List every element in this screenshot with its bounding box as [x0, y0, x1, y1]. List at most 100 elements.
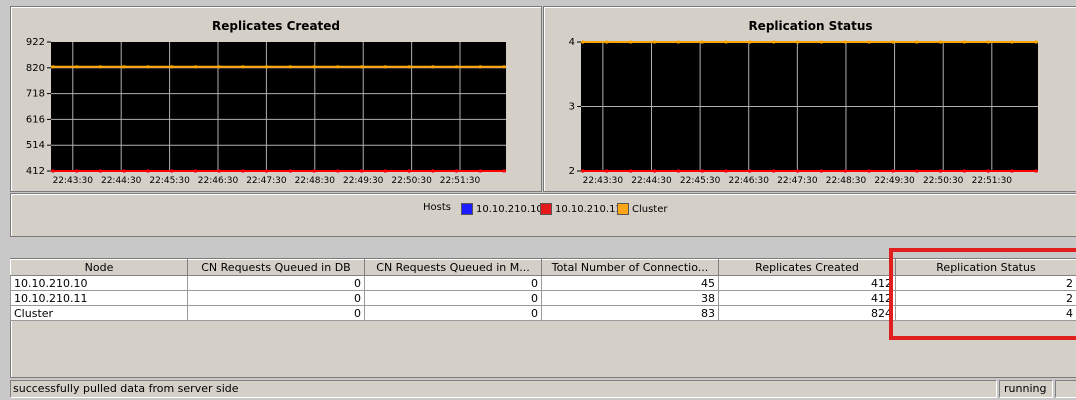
- legend: Hosts 10.10.210.10 10.10.210.11 Cluster: [0, 200, 1076, 220]
- legend-hosts-label: Hosts: [423, 202, 451, 213]
- series-point: [986, 169, 990, 173]
- x-tick-label: 22:46:30: [729, 176, 770, 186]
- series-point: [962, 40, 967, 44]
- series-point: [217, 65, 221, 69]
- replicates-created-panel: Replicates Created 22:43:30 22:44:30 22:45…: [10, 6, 542, 192]
- y-tick-label: 412: [26, 166, 45, 177]
- x-tick-label: 22:46:30: [198, 176, 239, 186]
- series-point: [1010, 169, 1014, 173]
- x-tick-label: 22:49:30: [874, 176, 915, 186]
- series-point: [724, 169, 728, 173]
- series-point: [700, 40, 704, 44]
- col-header-node[interactable]: Node: [10, 259, 188, 276]
- series-point: [986, 40, 990, 44]
- series-point: [605, 40, 609, 44]
- series-point: [581, 169, 585, 173]
- series-point: [265, 65, 269, 69]
- series-point: [772, 40, 776, 44]
- y-tick-label: 514: [26, 140, 45, 151]
- series-point: [629, 169, 633, 173]
- col-header-cn-queued-db[interactable]: CN Requests Queued in DB: [187, 259, 365, 276]
- series-point: [819, 169, 824, 173]
- series-point: [867, 169, 871, 173]
- x-tick-label: 22:47:30: [246, 176, 287, 186]
- x-tick-label: 22:44:30: [631, 176, 672, 186]
- cell-total-connections: 83: [541, 305, 719, 321]
- y-tick-label: 2: [569, 166, 575, 177]
- x-tick-label: 22:43:30: [583, 176, 624, 186]
- series-point: [581, 40, 585, 44]
- status-extra: [1055, 380, 1076, 398]
- highlight-box: [889, 248, 1076, 340]
- legend-label-cluster: Cluster: [632, 203, 668, 215]
- legend-swatch-cluster: [617, 203, 629, 215]
- series-point: [1034, 40, 1038, 44]
- series-point: [336, 169, 340, 173]
- x-tick-label: 22:49:30: [343, 176, 384, 186]
- series-point: [241, 169, 245, 173]
- x-tick-label: 22:43:30: [53, 176, 94, 186]
- series-point: [51, 169, 55, 173]
- series-point: [454, 169, 459, 173]
- y-tick-label: 820: [26, 63, 45, 74]
- series-point: [75, 169, 79, 173]
- series-point: [629, 40, 633, 44]
- y-tick-label: 4: [569, 37, 575, 48]
- series-point: [217, 169, 221, 173]
- series-point: [122, 169, 126, 173]
- series-point: [146, 169, 150, 173]
- cell-total-connections: 45: [541, 275, 719, 291]
- series-point: [652, 40, 657, 44]
- series-point: [122, 65, 126, 69]
- legend-label-host-1: 10.10.210.10: [476, 203, 543, 215]
- cell-cn-queued-m: 0: [364, 275, 542, 291]
- cell-node: 10.10.210.10: [10, 275, 188, 291]
- series-point: [502, 169, 506, 173]
- series-point: [843, 169, 847, 173]
- series-point: [51, 65, 55, 69]
- series-point: [676, 169, 680, 173]
- cell-cn-queued-db: 0: [187, 305, 365, 321]
- series-point: [146, 65, 150, 69]
- series-point: [502, 65, 506, 69]
- series-point: [383, 169, 387, 173]
- x-tick-label: 22:45:30: [680, 176, 721, 186]
- cell-replicates-created: 824: [718, 305, 896, 321]
- series-point: [748, 40, 752, 44]
- series-point: [772, 169, 776, 173]
- cell-node: Cluster: [10, 305, 188, 321]
- y-tick-label: 3: [569, 102, 575, 113]
- series-point: [939, 169, 943, 173]
- col-header-replicates-created[interactable]: Replicates Created: [718, 259, 896, 276]
- series-point: [75, 65, 79, 69]
- series-point: [478, 65, 482, 69]
- series-point: [265, 169, 269, 173]
- x-tick-label: 22:48:30: [295, 176, 336, 186]
- col-header-total-connections[interactable]: Total Number of Connectio...: [541, 259, 719, 276]
- y-tick-label: 616: [26, 114, 45, 125]
- series-point: [700, 169, 704, 173]
- status-message: successfully pulled data from server sid…: [10, 380, 997, 398]
- series-point: [98, 169, 103, 173]
- series-point: [891, 40, 895, 44]
- series-point: [170, 65, 174, 69]
- col-header-cn-queued-m[interactable]: CN Requests Queued in M...: [364, 259, 542, 276]
- series-point: [605, 169, 609, 173]
- series-point: [193, 169, 198, 173]
- series-point: [241, 65, 245, 69]
- x-tick-label: 22:47:30: [777, 176, 818, 186]
- series-point: [676, 40, 680, 44]
- series-point: [383, 65, 387, 69]
- series-point: [915, 169, 919, 173]
- series-point: [431, 65, 435, 69]
- series-point: [359, 169, 364, 173]
- x-tick-label: 22:50:30: [391, 176, 432, 186]
- replicates-created-chart: 22:43:30 22:44:30 22:45:30 22:46:30 22:47:30…: [26, 37, 506, 186]
- series-point: [939, 40, 943, 44]
- series-point: [336, 65, 340, 69]
- series-point: [724, 40, 728, 44]
- series-point: [170, 169, 174, 173]
- x-tick-label: 22:48:30: [826, 176, 867, 186]
- series-point: [819, 40, 824, 44]
- series-point: [962, 169, 967, 173]
